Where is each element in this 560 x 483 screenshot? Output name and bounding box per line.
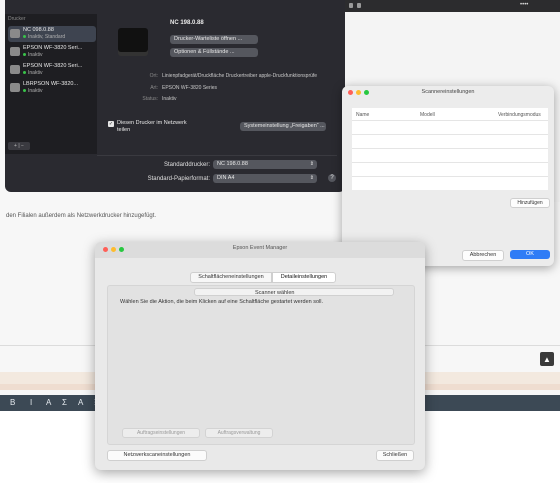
default-printer-label: Standarddrucker: bbox=[163, 162, 210, 168]
sharing-preferences-button[interactable]: Systemeinstellung „Freigaben“ ... bbox=[240, 122, 326, 131]
printer-name: EPSON WF-3820 Seri... bbox=[23, 63, 83, 69]
italic-icon[interactable]: I bbox=[30, 398, 32, 407]
printer-list-item[interactable]: LBRPSON WF-3820... Inaktiv bbox=[8, 80, 96, 96]
default-printer-value: NC 198.0.88 bbox=[217, 161, 248, 167]
printer-icon bbox=[118, 28, 148, 52]
job-management-button[interactable]: Auftragsverwaltung bbox=[205, 428, 273, 438]
info-label-status: Status: bbox=[142, 96, 158, 102]
status-dot-icon bbox=[23, 71, 26, 75]
job-settings-button[interactable]: Auftragseinstellungen bbox=[122, 428, 200, 438]
table-row[interactable] bbox=[352, 162, 548, 163]
close-button[interactable]: Schließen bbox=[376, 450, 414, 461]
sidebar-header: Drucker bbox=[8, 16, 26, 22]
status-dot-icon bbox=[23, 35, 26, 39]
add-scanner-button[interactable]: Hinzufügen bbox=[510, 198, 550, 208]
bold-icon[interactable]: B bbox=[10, 398, 15, 407]
printer-icon bbox=[10, 47, 20, 56]
printer-list-item[interactable]: NC 098.0.88 Inaktiv, Standard bbox=[8, 26, 96, 42]
printer-name: NC 098.0.88 bbox=[23, 27, 54, 33]
page-caption: den Filialen außerdem als Netzwerkdrucke… bbox=[6, 213, 157, 219]
printer-status-text: Inaktiv bbox=[28, 88, 43, 94]
printer-status-text: Inaktiv, Standard bbox=[28, 34, 66, 40]
printer-status-text: Inaktiv bbox=[28, 52, 43, 58]
printer-icon bbox=[10, 29, 20, 38]
panel-description: Wählen Sie die Aktion, die beim Klicken … bbox=[120, 299, 324, 305]
menu-icon[interactable] bbox=[349, 3, 353, 8]
menu-icon[interactable] bbox=[357, 3, 361, 8]
dialog-title: Scannereinstellungen bbox=[421, 89, 475, 95]
info-label-kind: Art: bbox=[150, 85, 158, 91]
share-printer-label: Diesen Drucker im Netzwerk teilen bbox=[117, 120, 187, 133]
selected-printer-title: NC 198.0.88 bbox=[170, 20, 204, 26]
info-value-status: Inaktiv bbox=[162, 96, 177, 102]
printer-name: LBRPSON WF-3820... bbox=[23, 81, 79, 87]
network-scan-settings-button[interactable]: Netzwerkscaneinstellungen bbox=[107, 450, 207, 461]
printer-list-item[interactable]: EPSON WF-3820 Seri... Inaktiv bbox=[8, 44, 96, 60]
printer-icon bbox=[10, 83, 20, 92]
table-row[interactable] bbox=[352, 120, 548, 121]
column-header-connection[interactable]: Verbindungsmodus bbox=[498, 112, 541, 118]
default-paper-label: Standard-Papierformat: bbox=[147, 176, 210, 182]
cancel-button[interactable]: Abbrechen bbox=[462, 250, 504, 261]
chevron-updown-icon: ⇕ bbox=[309, 175, 314, 181]
table-row[interactable] bbox=[352, 148, 548, 149]
printer-status: Inaktiv, Standard bbox=[23, 34, 65, 40]
tab-button-settings[interactable]: Schaltflächeneinstellungen bbox=[190, 272, 272, 283]
dialog-title: Epson Event Manager bbox=[232, 245, 288, 251]
info-value-location: Linienpfadgerät/Druckfläche Druckertreib… bbox=[162, 73, 318, 79]
printer-name: EPSON WF-3820 Seri... bbox=[23, 45, 83, 51]
printer-icon bbox=[10, 65, 20, 74]
table-row[interactable] bbox=[352, 134, 548, 135]
ok-button[interactable]: OK bbox=[510, 250, 550, 259]
printer-status: Inaktiv bbox=[23, 52, 42, 58]
table-row[interactable] bbox=[352, 176, 548, 177]
status-dot-icon bbox=[23, 53, 26, 57]
formula-icon[interactable]: Σ bbox=[62, 398, 67, 407]
scroll-to-top-button[interactable]: ▲ bbox=[540, 352, 554, 366]
help-button[interactable]: ? bbox=[328, 174, 336, 182]
printer-list-item[interactable]: EPSON WF-3820 Seri... Inaktiv bbox=[8, 62, 96, 78]
printer-status-text: Inaktiv bbox=[28, 70, 43, 76]
add-remove-printer-button[interactable]: + | − bbox=[8, 142, 30, 150]
open-print-queue-button[interactable]: Drucker-Warteliste öffnen ... bbox=[170, 35, 258, 44]
info-value-kind: EPSON WF-3820 Series bbox=[162, 85, 218, 91]
top-menu-status: •••• bbox=[520, 2, 529, 8]
tab-detail-settings[interactable]: Detaileinstellungen bbox=[272, 272, 336, 283]
info-label-location: Ort: bbox=[149, 73, 158, 79]
column-header-name[interactable]: Name bbox=[356, 112, 369, 118]
settings-panel bbox=[107, 285, 415, 445]
default-printer-select[interactable]: NC 198.0.88 ⇕ bbox=[213, 160, 317, 169]
default-paper-value: DIN A4 bbox=[217, 175, 235, 181]
scanner-select[interactable]: Scanner wählen bbox=[194, 288, 394, 296]
status-dot-icon bbox=[23, 89, 26, 93]
share-printer-checkbox[interactable]: ✓ bbox=[108, 121, 114, 127]
divider bbox=[97, 155, 337, 156]
printer-status: Inaktiv bbox=[23, 70, 42, 76]
text-color-icon[interactable]: A bbox=[46, 398, 51, 407]
default-paper-select[interactable]: DIN A4 ⇕ bbox=[213, 174, 317, 183]
chevron-updown-icon: ⇕ bbox=[309, 161, 314, 167]
font-icon[interactable]: A bbox=[78, 398, 83, 407]
column-header-model[interactable]: Modell bbox=[420, 112, 435, 118]
options-supplies-button[interactable]: Optionen & Füllstände ... bbox=[170, 48, 258, 57]
printer-status: Inaktiv bbox=[23, 88, 42, 94]
